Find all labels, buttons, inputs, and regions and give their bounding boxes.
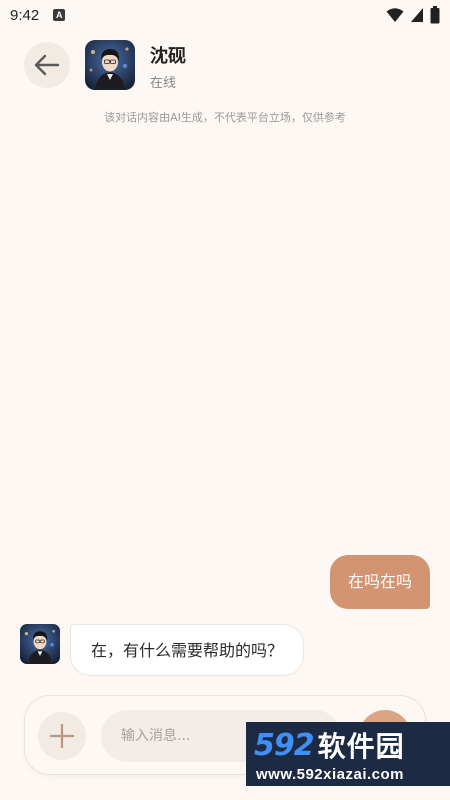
ai-disclaimer: 该对话内容由AI生成，不代表平台立场，仅供参考	[104, 111, 346, 124]
back-button[interactable]	[24, 42, 70, 88]
assistant-message-bubble[interactable]: 在，有什么需要帮助的吗？	[70, 624, 305, 676]
assistant-avatar[interactable]	[20, 624, 60, 664]
status-icons	[386, 6, 440, 24]
avatar-illustration	[20, 624, 60, 664]
watermark-number: 592	[254, 727, 315, 763]
watermark-url: www.592xiazai.com	[256, 766, 405, 783]
wifi-icon	[386, 8, 404, 22]
user-message-bubble[interactable]: 在吗在吗	[329, 555, 430, 609]
status-bar: 9:42 A	[0, 0, 450, 30]
contact-status: 在线	[150, 76, 177, 91]
contact-avatar[interactable]	[85, 40, 135, 90]
plus-icon	[49, 723, 75, 749]
watermark-logo: 592 软件园 www.592xiazai.com	[246, 722, 450, 786]
battery-icon	[430, 6, 440, 24]
watermark-brand: 软件园	[317, 730, 405, 763]
contact-name: 沈砚	[150, 46, 186, 67]
arrow-left-icon	[34, 54, 60, 76]
add-attachment-button[interactable]	[38, 712, 86, 760]
status-time: 9:42	[10, 6, 40, 24]
a-notification-icon: A	[53, 9, 66, 21]
avatar-illustration	[85, 40, 135, 90]
signal-icon	[411, 8, 423, 22]
